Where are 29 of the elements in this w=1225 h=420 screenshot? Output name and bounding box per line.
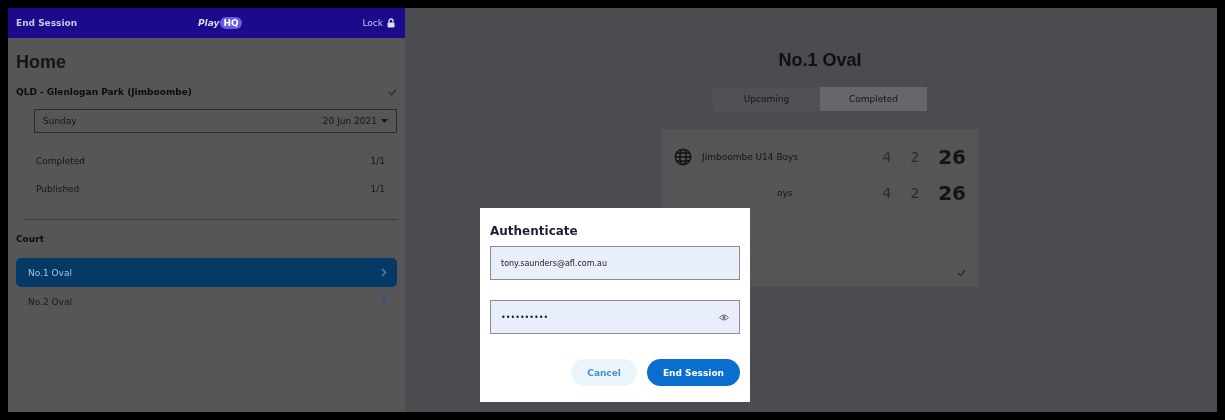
eye-icon[interactable]	[719, 313, 729, 321]
dialog-title: Authenticate	[490, 224, 579, 238]
end-session-link[interactable]: End Session	[16, 18, 78, 28]
tab[interactable]: Completed	[820, 87, 927, 111]
cancel-button[interactable]: Cancel	[571, 359, 637, 386]
chevron-right-icon	[381, 268, 387, 277]
team-name: oys	[777, 188, 794, 198]
logo-badge: HQ	[220, 17, 242, 29]
stat-value: 1/1	[370, 156, 385, 166]
page-title: Home	[16, 52, 67, 73]
caret-down-icon	[381, 119, 388, 123]
court-item[interactable]: No.1 Oval	[16, 258, 397, 287]
end-session-button[interactable]: End Session	[646, 359, 740, 386]
team-name: Jimboombe U14 Boys	[702, 152, 800, 162]
globe-icon	[674, 148, 692, 166]
total-score: 26	[937, 145, 966, 169]
section-heading: Court	[16, 234, 45, 244]
chevron-right-icon	[381, 297, 387, 306]
email-field[interactable]: tony.saunders@afl.com.au	[490, 246, 740, 280]
court-title: No.1 Oval	[778, 50, 862, 71]
venue-name: QLD - Glenlogan Park (Jimboombe)	[16, 87, 192, 97]
stat-label: Completed	[36, 156, 86, 166]
total-score: 26	[937, 181, 966, 205]
lock-icon	[387, 18, 395, 28]
logo-text: Play	[198, 18, 220, 28]
stat-label: Published	[36, 184, 80, 194]
stat-value: 1/1	[370, 184, 385, 194]
lock-button[interactable]: Lock	[362, 18, 395, 28]
password-field[interactable]: ••••••••••	[490, 300, 740, 334]
